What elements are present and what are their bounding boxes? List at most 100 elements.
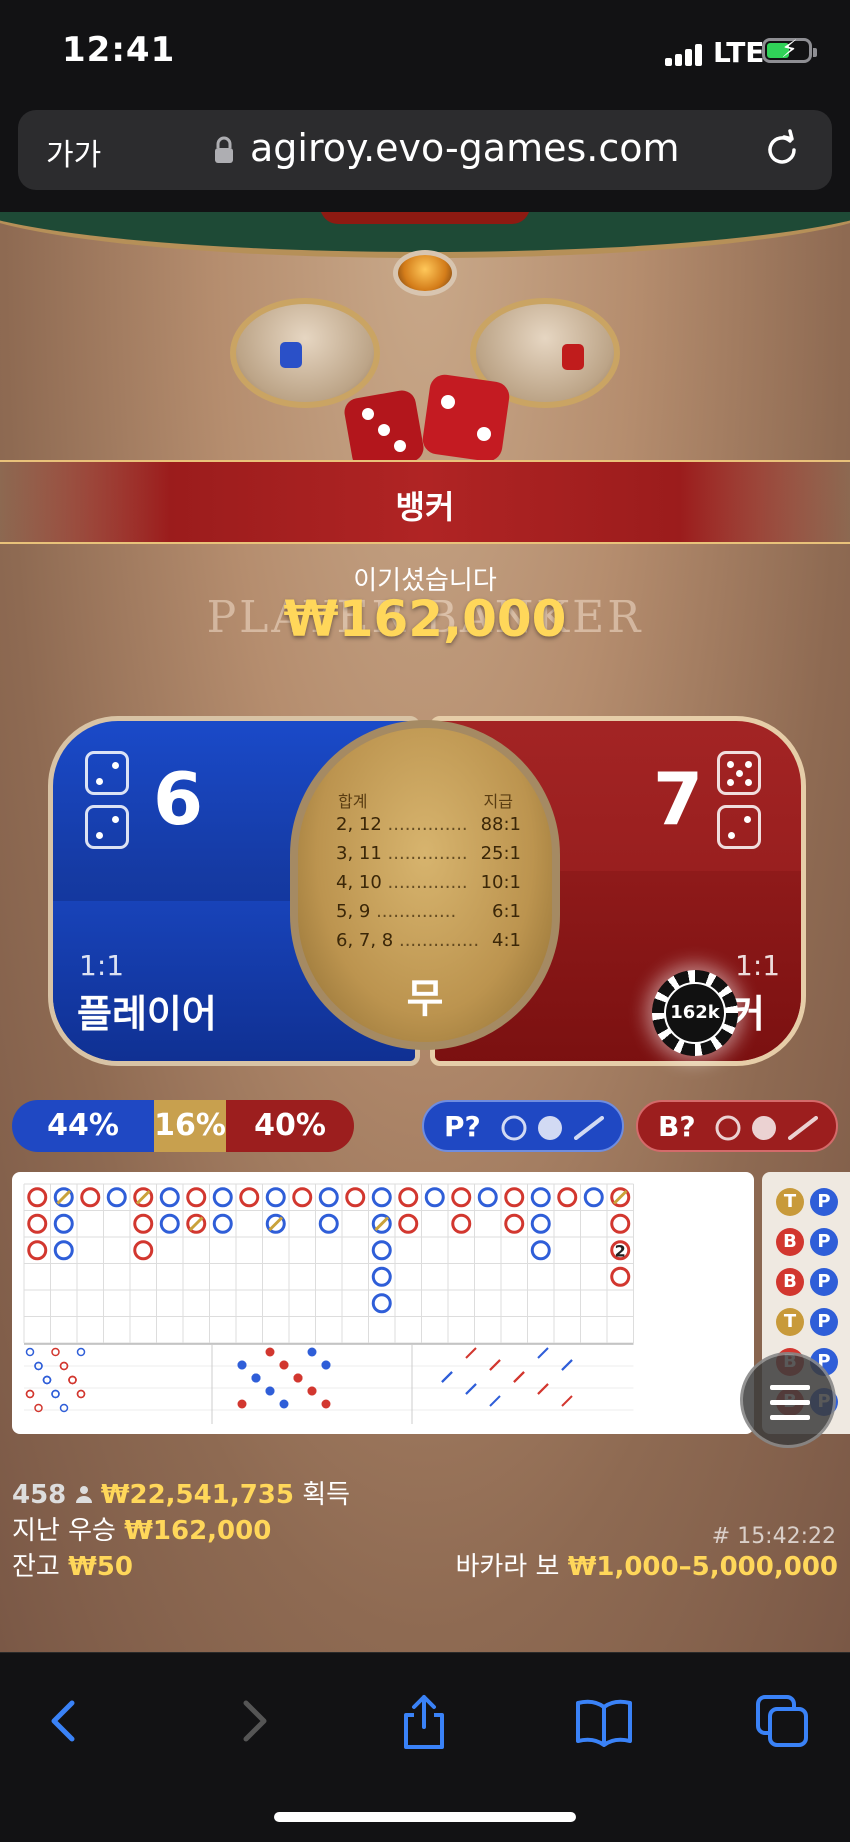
player-predict-label: P? [444,1110,481,1143]
cockroach-marker [441,1371,453,1383]
tie-pay: 25:1 [480,843,521,864]
total-won: ₩22,541,735 [100,1480,294,1510]
player-marker [477,1187,498,1208]
bead-road-marker: P [810,1228,838,1256]
player-marker [53,1213,74,1234]
player-marker [371,1187,392,1208]
table-name: 바카라 보 [455,1552,560,1582]
banker-marker [345,1187,366,1208]
player-marker [106,1187,127,1208]
tie-sum: 3, 11 [336,843,388,864]
network-label: LTE [713,36,765,69]
tie-bet-spot[interactable]: 합계 지급 2, 12 .............. 88:1 3, 11 ....… [290,720,560,1050]
tie-pay: 88:1 [480,814,521,835]
big-road-grid: 2 [23,1183,634,1424]
win-amount: ₩162,000 [283,590,567,648]
player-marker [371,1240,392,1261]
tie-pay: 6:1 [492,901,521,922]
banker-marker [27,1213,48,1234]
lock-icon [215,136,233,163]
last-win-amount: ₩162,000 [124,1516,272,1546]
bead-road-marker: T [776,1308,804,1336]
dot-leader: .............. [387,843,468,864]
banker-die-icon [562,344,584,370]
tie-sum: 2, 12 [336,814,388,835]
dot-leader: .............. [398,930,480,951]
banker-marker [292,1187,313,1208]
tabs-icon[interactable] [752,1691,812,1751]
tie-pay-header: 지급 [483,792,513,811]
small-road-marker [51,1389,60,1399]
cockroach-marker [465,1347,477,1359]
tie-marker [374,1216,390,1232]
small-road-marker [76,1347,86,1357]
cockroach-marker [465,1383,477,1395]
share-icon[interactable] [394,1691,454,1751]
small-road-marker [76,1389,86,1399]
menu-button[interactable] [740,1352,836,1448]
player-marker [159,1187,180,1208]
player-marker [318,1213,339,1234]
banker-marker [557,1187,578,1208]
bead-road-marker: P [810,1268,838,1296]
player-die-2-icon [85,751,129,795]
cockroach-marker [561,1359,573,1371]
player-label: 플레이어 [77,992,217,1036]
player-die-icon [280,342,302,368]
tie-sum-header: 합계 [338,792,368,811]
player-predict-button[interactable]: P? [422,1100,624,1152]
forward-icon[interactable] [222,1691,282,1751]
last-win-label: 지난 우승 [12,1516,116,1546]
player-marker [318,1187,339,1208]
small-road-marker [25,1347,35,1357]
big-eye-marker [279,1360,289,1370]
balance-label: 잔고 [12,1552,60,1582]
big-eye-marker [265,1347,275,1357]
placed-chip[interactable]: 162k [652,970,738,1056]
player-marker [424,1187,445,1208]
banker-predict-button[interactable]: B? [636,1100,838,1152]
bookmarks-icon[interactable] [574,1691,634,1751]
score-roadmap[interactable]: 2 [12,1172,754,1434]
outcome-stats-bar: 44% 16% 40% [12,1100,354,1152]
address-bar[interactable]: 가가 agiroy.evo-games.com [18,110,832,190]
bead-road-marker: B [776,1268,804,1296]
banker-marker [27,1187,48,1208]
bead-road-marker: P [810,1188,838,1216]
player-marker [371,1266,392,1287]
tie-sum: 6, 7, 8 [336,930,399,951]
dot-leader: .............. [387,872,468,893]
battery-charging-icon: ⚡ [762,37,817,63]
table-limits-line[interactable]: 바카라 보 ₩1,000–5,000,000 [455,1546,838,1583]
player-score: 6 [153,757,204,841]
dot-leader: .............. [376,901,457,922]
tie-sum: 5, 9 [336,901,377,922]
tie-pay: 4:1 [492,930,521,951]
url-text[interactable]: agiroy.evo-games.com [250,126,680,170]
banker-score: 7 [653,757,704,841]
back-icon[interactable] [36,1691,96,1751]
predict-markers-icon [715,1115,818,1141]
banker-marker [239,1187,260,1208]
small-road-marker [68,1375,77,1385]
winner-banner: 뱅커 [0,460,850,544]
tie-payout-header: 합계 지급 [338,788,513,812]
banker-marker [451,1187,472,1208]
cockroach-marker [513,1371,525,1383]
reload-icon[interactable] [760,128,804,172]
player-marker [371,1293,392,1314]
bead-road-marker: T [776,1188,804,1216]
player-count: 458 [12,1480,67,1510]
user-icon [75,1486,92,1503]
banker-marker [186,1187,207,1208]
last-win-line: 지난 우승 ₩162,000 [12,1510,271,1547]
player-marker [530,1240,551,1261]
player-die-2b-icon [85,805,129,849]
table-shade [320,212,530,224]
banker-percent: 40% [226,1100,354,1152]
reader-options-button[interactable]: 가가 [46,130,101,174]
big-eye-marker [321,1360,331,1370]
winner-label: 뱅커 [395,488,455,526]
small-road-marker [42,1375,52,1385]
banker-marker [80,1187,101,1208]
